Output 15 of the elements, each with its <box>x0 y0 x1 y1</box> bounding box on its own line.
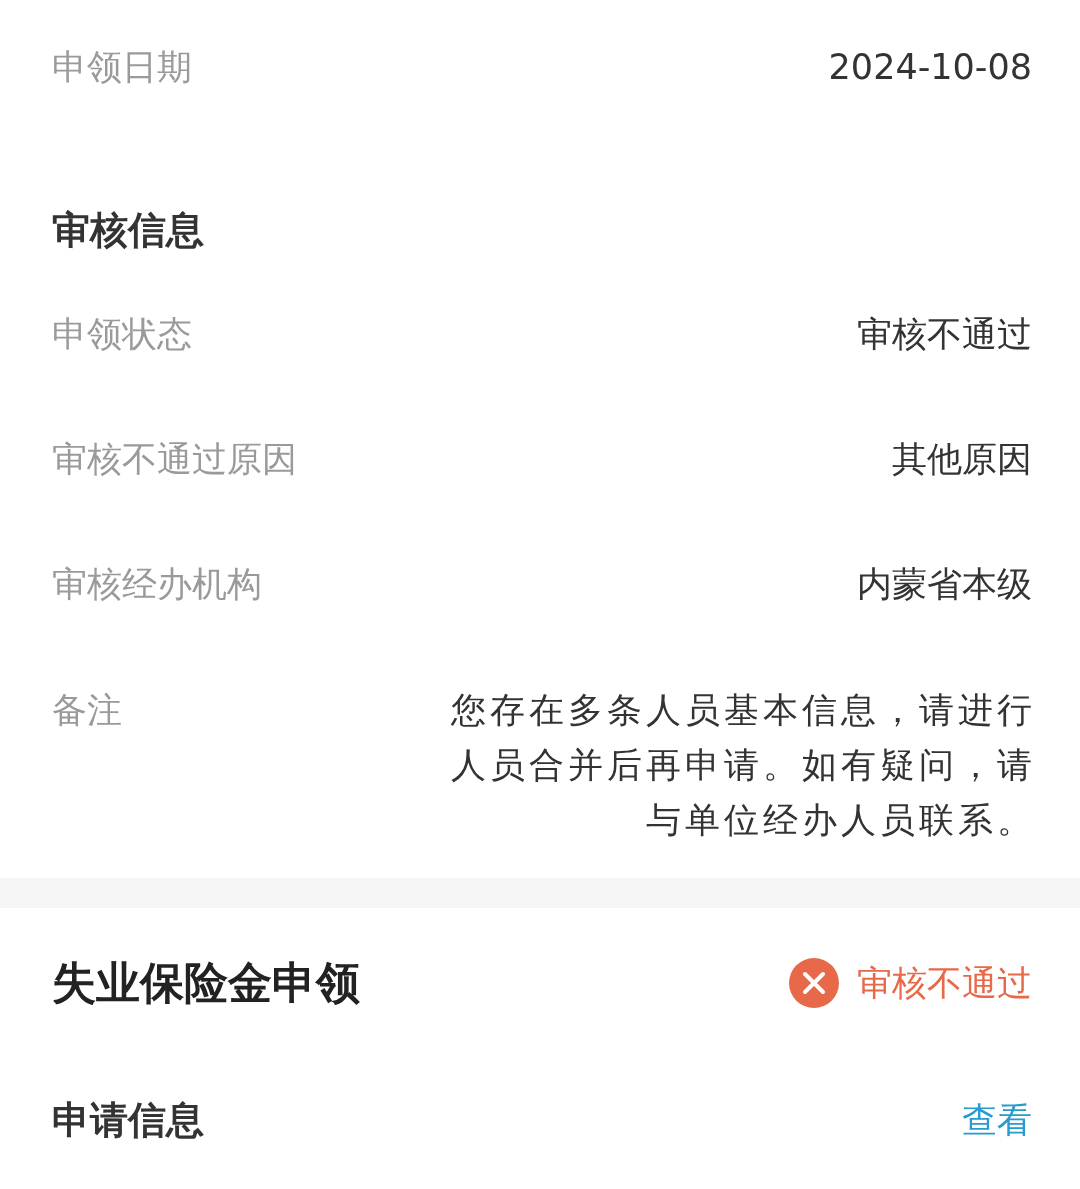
field-value: 2024-10-08 <box>828 47 1032 87</box>
field-label: 申领日期 <box>52 45 192 89</box>
section-title: 申请信息 <box>52 1096 204 1144</box>
field-label: 申领状态 <box>52 313 192 356</box>
card-title: 失业保险金申领 <box>52 955 360 1010</box>
field-value: 其他原因 <box>892 438 1032 481</box>
field-value: 审核不通过 <box>857 313 1032 356</box>
section-title: 审核信息 <box>51 207 205 254</box>
field-value: 内蒙省本级 <box>857 563 1032 606</box>
field-label: 审核不通过原因 <box>52 438 297 481</box>
field-label: 备注 <box>52 689 122 732</box>
field-label: 审核经办机构 <box>52 563 262 606</box>
note-text: 您存在多条人员基本信息，请进行人员合并后再申请。如有疑问，请与单位经办人员联系。 <box>450 689 1036 842</box>
status-label: 审核不通过 <box>857 961 1032 1005</box>
view-link[interactable]: 查看 <box>962 1096 1032 1144</box>
